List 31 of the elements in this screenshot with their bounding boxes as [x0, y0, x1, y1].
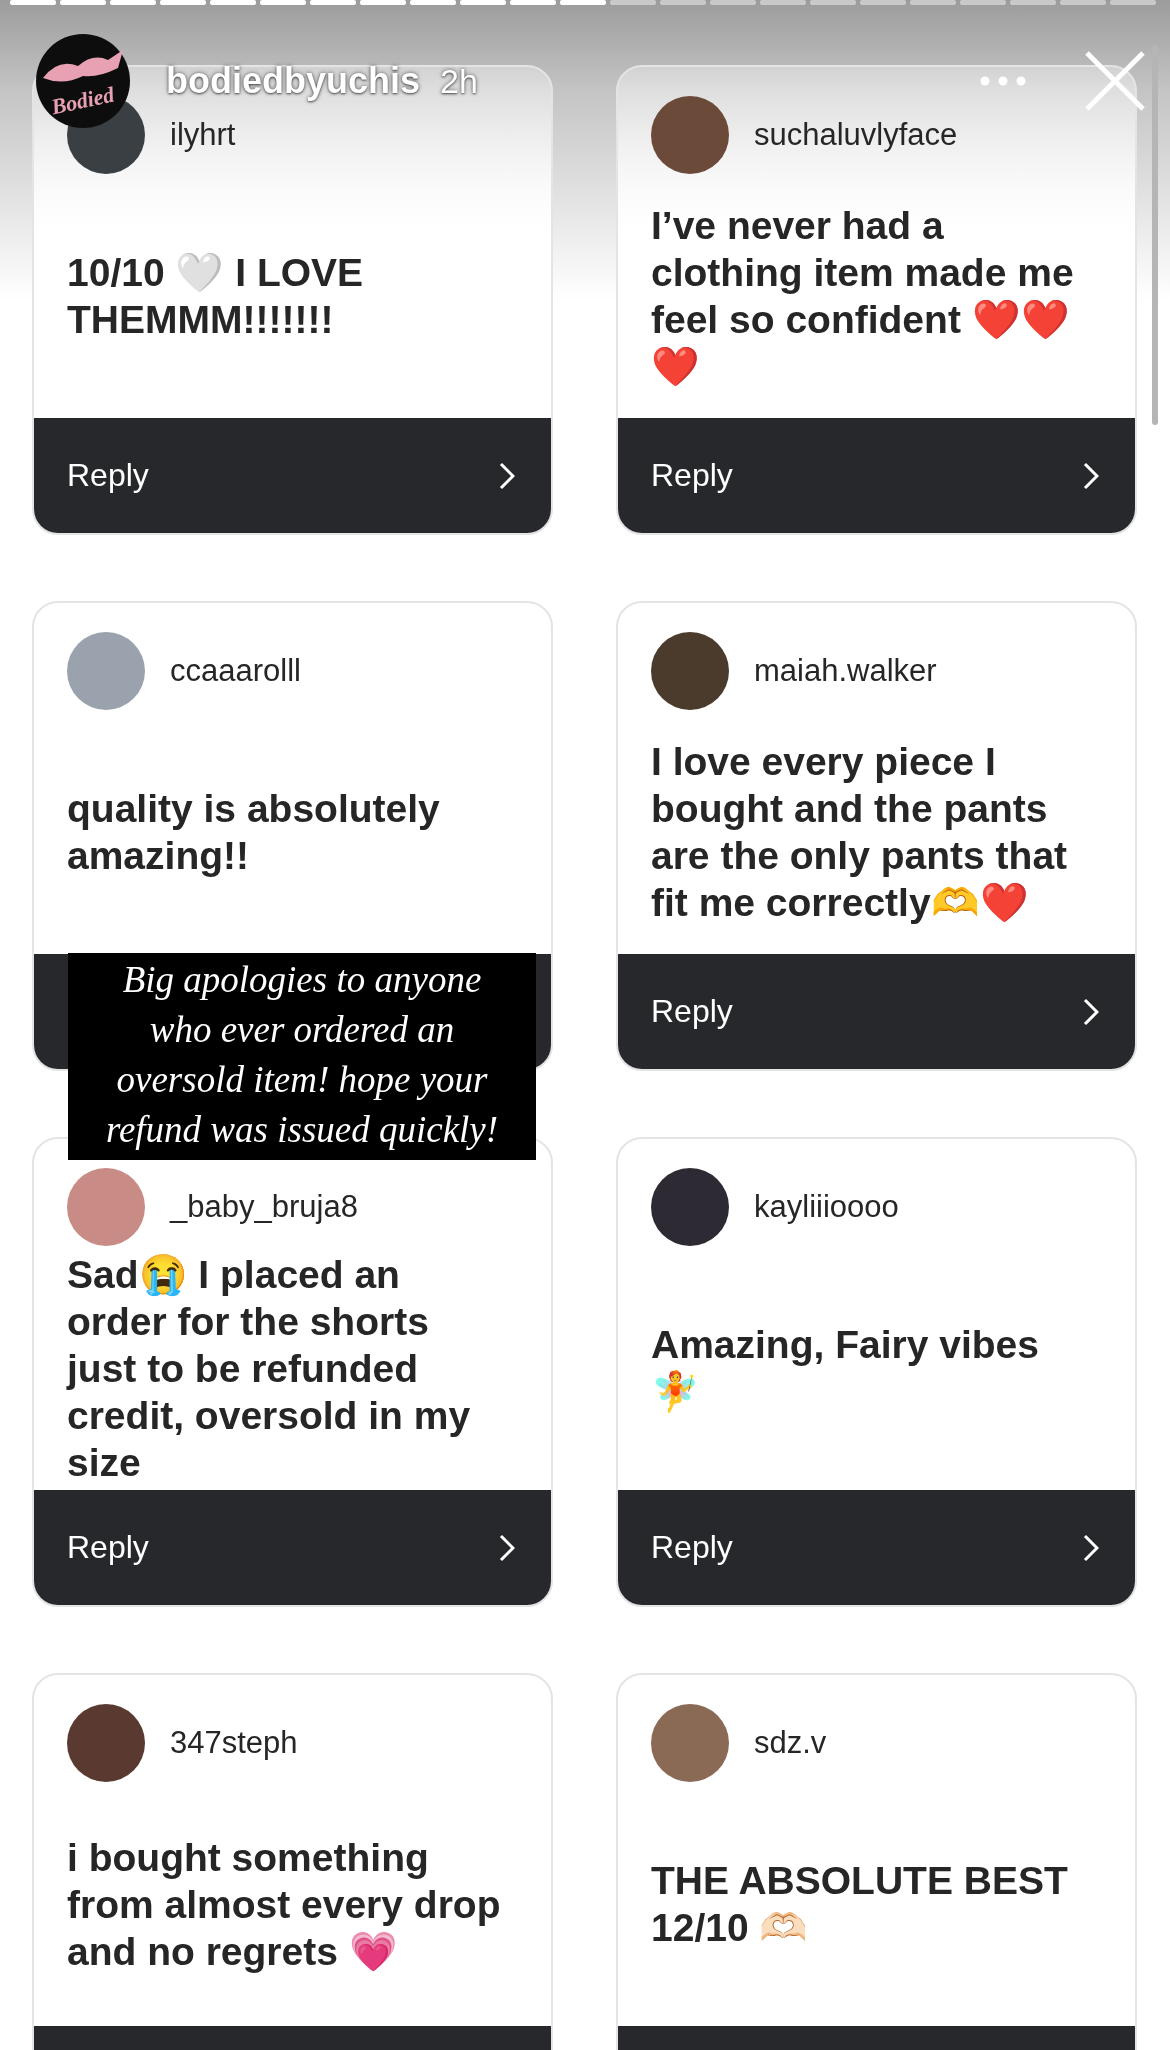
- more-icon[interactable]: [980, 76, 1026, 86]
- close-icon[interactable]: [1084, 50, 1146, 112]
- chevron-icon: [499, 1533, 515, 1562]
- username: sdz.v: [754, 1725, 827, 1761]
- comment-text: i bought something from almost every drop and no regrets 💗: [67, 1834, 501, 1975]
- username: ccaaarolll: [170, 653, 301, 689]
- reply-button[interactable]: Reply: [34, 418, 551, 533]
- chevron-icon: [499, 461, 515, 490]
- username: suchaluvlyface: [754, 117, 958, 153]
- chevron-icon: [1083, 461, 1099, 490]
- username: _baby_bruja8: [170, 1189, 358, 1225]
- story-time: 2h: [440, 61, 478, 101]
- comment-text: Sad😭 I placed an order for the shorts just to be refunded credit, oversold in my size: [67, 1251, 472, 1486]
- username: maiah.walker: [754, 653, 937, 689]
- chevron-icon: [1083, 997, 1099, 1026]
- reply-button[interactable]: Reply: [618, 954, 1135, 1069]
- comment-text: Amazing, Fairy vibes 🧚: [651, 1322, 1040, 1415]
- username: ilyhrt: [170, 117, 236, 153]
- caption-text: Big apologies to anyone who ever ordered an oversold item! hope your refund was issued quickly!: [68, 953, 536, 1160]
- comment-text: 10/10 🤍 I LOVE THEMMM!!!!!!!: [67, 250, 365, 343]
- comment-text: quality is absolutely amazing!!: [67, 786, 441, 879]
- username: 347steph: [170, 1725, 298, 1761]
- profile-logo[interactable]: Bodied: [36, 34, 130, 128]
- comment-text: I love every piece I bought and the pants are the only pants that fit me correctly🫶❤: [651, 739, 1069, 926]
- chevron-icon: [1083, 1533, 1099, 1562]
- reply-button[interactable]: Reply: [34, 1490, 551, 1605]
- comment-text: THE ABSOLUTE BEST 12/10 🫶🏻: [651, 1858, 1069, 1951]
- reply-button[interactable]: Reply: [618, 1490, 1135, 1605]
- comment-text: I’ve never had a clothing item made me feel so confident ❤❤❤: [651, 203, 1075, 390]
- reply-button[interactable]: Reply: [618, 418, 1135, 533]
- username: kayliiioooo: [754, 1189, 899, 1225]
